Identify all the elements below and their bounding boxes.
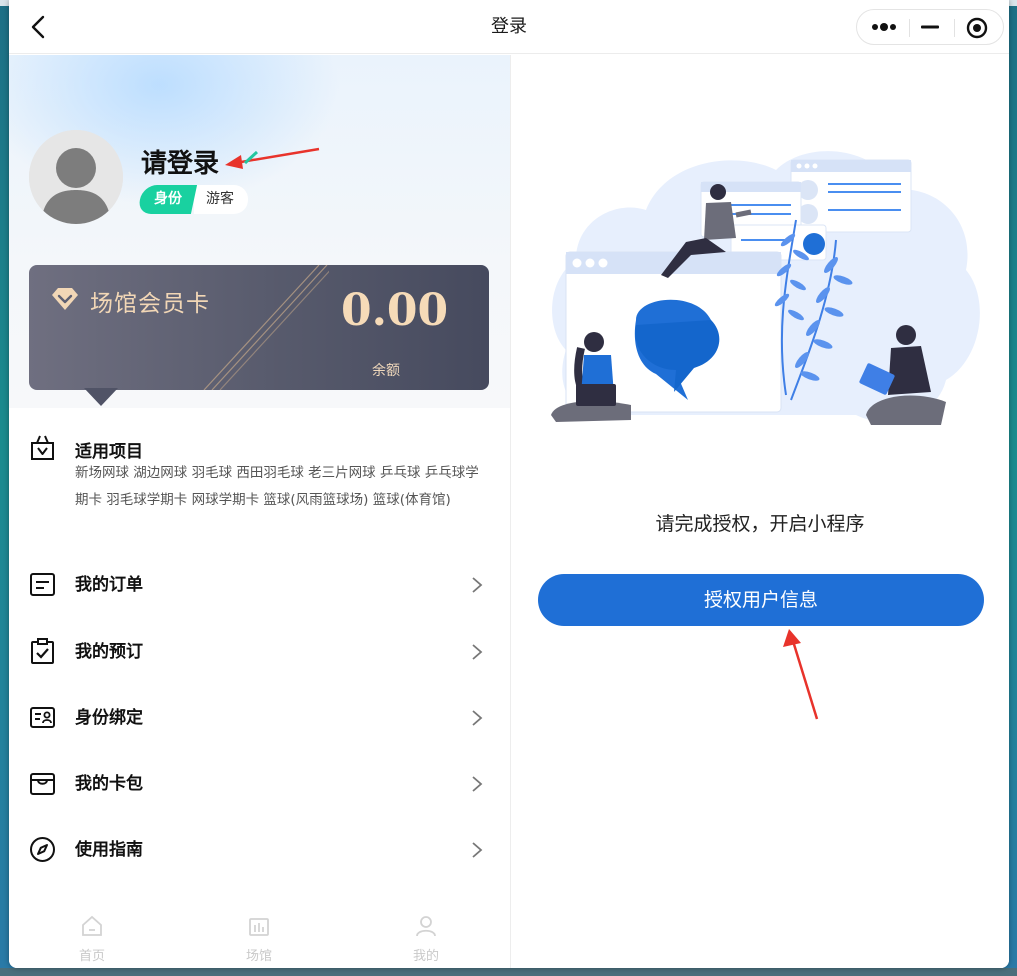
tab-bar: 首页 场馆 我的 [9,908,510,968]
card-balance-label: 余额 [372,363,400,379]
people-chat-illustration [551,151,980,425]
annotation-arrow [783,629,819,720]
identity-key: 身份 [154,191,182,207]
projects-title: 适用项目 [75,442,143,462]
capsule-menu [856,9,1004,45]
target-close-icon [966,17,988,39]
authorization-pane: 请完成授权，开启小程序 授权用户信息 [511,55,1009,968]
wallet-icon [30,773,55,795]
title-bar: 登录 [9,0,1009,54]
id-card-icon [30,707,55,728]
chevron-left-icon [31,15,45,39]
minimize-button[interactable] [919,17,941,37]
identity-tag: 身份 游客 [136,185,248,214]
menu-label: 使用指南 [75,840,143,860]
capsule-divider [954,19,955,37]
more-button[interactable] [869,17,899,37]
chevron-right-icon [472,644,483,660]
menu-item-reservations[interactable]: 我的预订 [9,629,510,675]
close-button[interactable] [965,16,989,40]
identity-value: 游客 [194,185,248,214]
more-dots-icon [872,23,896,31]
login-prompt[interactable]: 请登录 [141,143,219,180]
user-icon [416,916,436,937]
clipboard-check-icon [31,638,54,664]
tab-label: 首页 [78,949,105,964]
avatar[interactable] [29,130,123,224]
diamond-icon [52,288,78,310]
profile-pane: 请登录 身份 游客 场馆会员卡 0.00 余额 适用项目 新场网球 湖边网球 羽… [9,55,511,968]
compass-icon [30,837,55,862]
menu-item-guide[interactable]: 使用指南 [9,827,510,873]
tab-label: 场馆 [245,949,272,964]
venue-icon [249,918,269,936]
card-title: 场馆会员卡 [90,291,210,317]
chevron-right-icon [472,710,483,726]
chevron-right-icon [472,842,483,858]
tab-venue[interactable]: 场馆 [204,908,314,968]
order-list-icon [30,573,55,596]
menu-label: 我的卡包 [75,774,143,794]
tab-label: 我的 [412,949,439,964]
desktop-taskbar-remnant [0,968,1017,976]
capsule-divider [909,19,910,37]
menu-item-identity-binding[interactable]: 身份绑定 [9,695,510,741]
menu-label: 我的预订 [75,642,143,662]
menu-label: 身份绑定 [75,708,143,728]
authorize-user-info-button[interactable]: 授权用户信息 [538,574,984,626]
tab-home[interactable]: 首页 [37,908,147,968]
menu-label: 我的订单 [75,575,143,595]
card-pointer [84,388,118,406]
chevron-right-icon [472,776,483,792]
mini-program-window: 登录 请登录 身份 游客 场馆会员卡 0.00 余额 适用项目 新场网球 湖边网… [9,0,1009,968]
home-icon [82,915,102,936]
projects-list: 新场网球 湖边网球 羽毛球 西田羽毛球 老三片网球 乒乓球 乒乓球学期卡 羽毛球… [75,465,479,508]
menu-item-orders[interactable]: 我的订单 [9,562,510,608]
card-balance: 0.00 [341,285,449,336]
tab-mine[interactable]: 我的 [371,908,481,968]
member-card[interactable]: 场馆会员卡 0.00 余额 [29,265,489,390]
back-button[interactable] [25,12,53,42]
applicable-projects: 适用项目 新场网球 湖边网球 羽毛球 西田羽毛球 老三片网球 乒乓球 乒乓球学期… [9,425,510,545]
chevron-right-icon [472,577,483,593]
minimize-icon [921,25,939,29]
shopping-bag-icon [31,435,54,460]
menu-item-wallet[interactable]: 我的卡包 [9,761,510,807]
authorization-prompt: 请完成授权，开启小程序 [655,513,865,535]
default-avatar-icon [29,130,123,224]
